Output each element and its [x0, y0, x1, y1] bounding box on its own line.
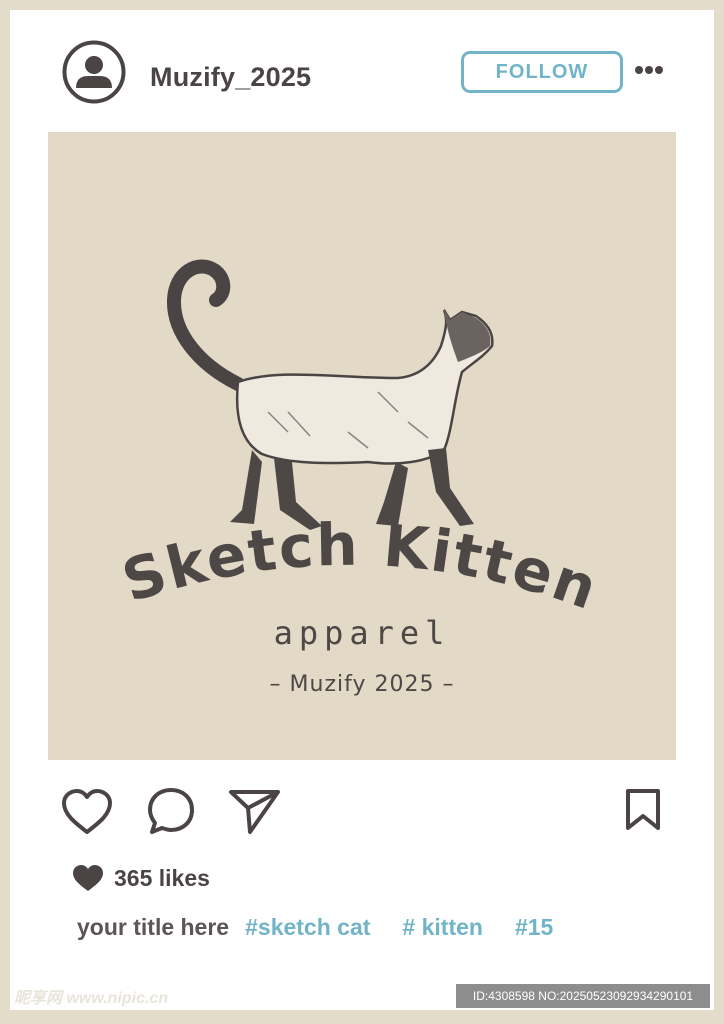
likes-count[interactable]: 365 likes: [114, 865, 210, 892]
logo-title-art: Sketch Kitten: [115, 511, 608, 624]
logo-subtitle: apparel: [273, 614, 451, 652]
heart-filled-icon: [73, 865, 103, 891]
logo-title: Sketch Kitten: [115, 511, 606, 624]
more-dots-icon[interactable]: [634, 58, 664, 82]
hashtag[interactable]: #15: [515, 914, 553, 941]
hashtag[interactable]: #sketch cat: [245, 914, 370, 941]
follow-button[interactable]: FOLLOW: [461, 51, 623, 93]
caption-title: your title here: [77, 913, 230, 940]
paper-plane-icon[interactable]: [228, 788, 282, 836]
post-image[interactable]: Sketch Kitten apparel – Muzify 2025 –: [48, 132, 676, 760]
likes-row: 365 likes: [72, 862, 210, 894]
hashtag[interactable]: # kitten: [402, 914, 483, 941]
svg-text:Sketch Kitten: Sketch Kitten: [115, 511, 608, 624]
watermark-site: 昵享网 www.nipic.cn: [14, 990, 169, 1007]
username[interactable]: Muzify_2025: [150, 62, 311, 93]
bookmark-icon[interactable]: [624, 788, 662, 832]
user-avatar-icon[interactable]: [62, 40, 126, 104]
watermark-id: ID:4308598 NO:20250523092934290101: [456, 984, 710, 1008]
caption: your title here #sketch cat # kitten #15: [77, 910, 585, 944]
post-card: Muzify_2025 FOLLOW Sketch Kitten apparel…: [10, 10, 714, 1010]
heart-icon[interactable]: [60, 788, 114, 836]
logo-credit: – Muzify 2025 –: [269, 672, 455, 697]
comment-bubble-icon[interactable]: [146, 786, 196, 836]
